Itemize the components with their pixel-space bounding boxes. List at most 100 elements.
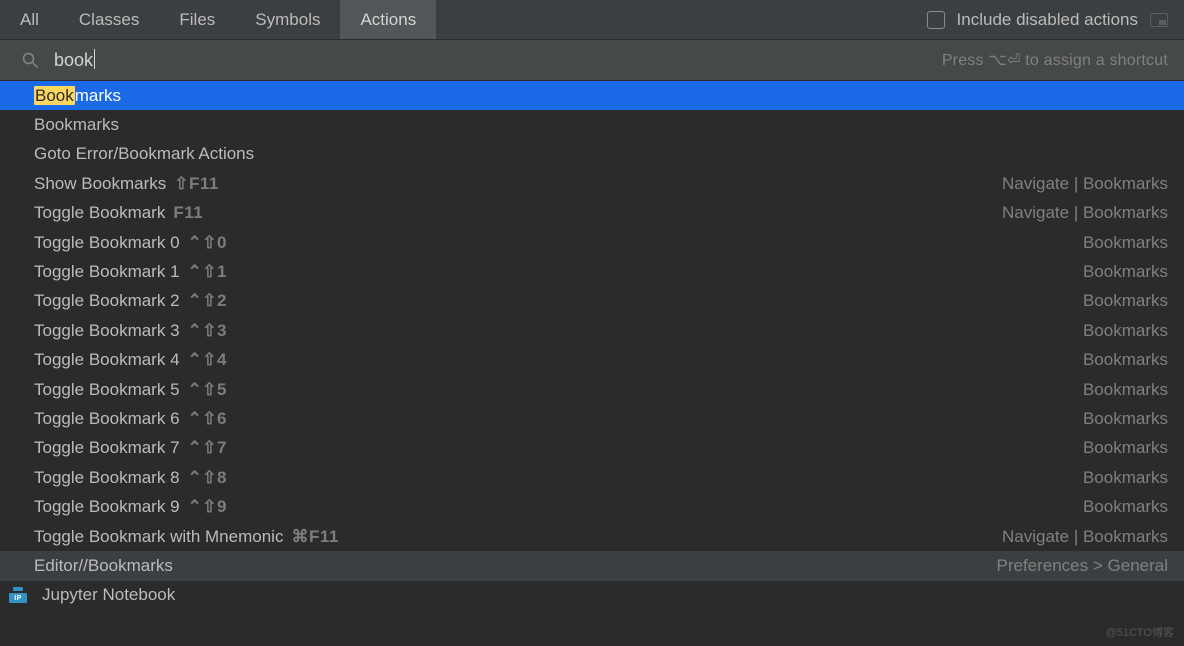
tab-classes[interactable]: Classes — [59, 0, 159, 39]
result-group: Bookmarks — [1083, 380, 1168, 400]
result-row[interactable]: Toggle Bookmark 5 ⌃⇧5 Bookmarks — [0, 375, 1184, 404]
hint-keys: ⌥⏎ — [988, 52, 1020, 69]
assign-shortcut-hint: Press ⌥⏎ to assign a shortcut — [942, 50, 1168, 70]
search-input[interactable]: book — [54, 49, 95, 71]
result-left: Toggle Bookmark 2 ⌃⇧2 — [34, 291, 227, 311]
match-highlight: Book — [34, 86, 75, 105]
search-row: book Press ⌥⏎ to assign a shortcut — [0, 40, 1184, 81]
result-group: Navigate | Bookmarks — [1002, 203, 1168, 223]
result-group: Bookmarks — [1083, 321, 1168, 341]
result-shortcut: ⌃⇧9 — [188, 497, 227, 517]
jupyter-ip-icon: IP — [8, 587, 28, 603]
result-left: Toggle Bookmark 1 ⌃⇧1 — [34, 262, 227, 282]
watermark: @51CTO博客 — [1106, 624, 1174, 640]
tabbar-spacer — [436, 0, 910, 39]
result-shortcut: ⌃⇧7 — [188, 438, 227, 458]
result-left: Toggle Bookmark 7 ⌃⇧7 — [34, 438, 227, 458]
result-left: Toggle Bookmark 3 ⌃⇧3 — [34, 321, 227, 341]
result-row[interactable]: Toggle Bookmark 3 ⌃⇧3 Bookmarks — [0, 316, 1184, 345]
result-shortcut: ⌃⇧6 — [188, 409, 227, 429]
result-label: Toggle Bookmark 3 — [34, 321, 180, 341]
result-row[interactable]: Toggle Bookmark 6 ⌃⇧6 Bookmarks — [0, 404, 1184, 433]
result-shortcut: ⌃⇧2 — [188, 291, 227, 311]
result-label: Toggle Bookmark 0 — [34, 233, 180, 253]
include-disabled-label: Include disabled actions — [957, 10, 1138, 30]
result-label: Jupyter Notebook — [42, 585, 175, 605]
result-group: Bookmarks — [1083, 409, 1168, 429]
result-group: Bookmarks — [1083, 497, 1168, 517]
result-label: Toggle Bookmark with Mnemonic — [34, 527, 283, 547]
result-row[interactable]: Toggle Bookmark 8⌃⇧8 Bookmarks — [0, 463, 1184, 492]
result-row[interactable]: Bookmarks — [0, 81, 1184, 110]
result-left: IPJupyter Notebook — [34, 585, 175, 605]
result-row[interactable]: Toggle Bookmark with Mnemonic ⌘F11 Navigat… — [0, 522, 1184, 551]
result-row[interactable]: Toggle Bookmark 4⌃⇧4 Bookmarks — [0, 346, 1184, 375]
result-label: Show Bookmarks — [34, 174, 166, 194]
result-shortcut: ⌃⇧1 — [188, 262, 227, 282]
hint-prefix: Press — [942, 52, 989, 69]
result-row[interactable]: Show Bookmarks ⇧F11 Navigate | Bookmarks — [0, 169, 1184, 198]
result-row[interactable]: Bookmarks — [0, 110, 1184, 139]
result-label: Toggle Bookmark 8 — [34, 468, 180, 488]
result-left: Goto Error/Bookmark Actions — [34, 144, 254, 164]
result-left: Bookmarks — [34, 86, 121, 106]
result-group: Navigate | Bookmarks — [1002, 527, 1168, 547]
result-group: Preferences > General — [996, 556, 1168, 576]
result-row[interactable]: Toggle Bookmark 9 ⌃⇧9 Bookmarks — [0, 492, 1184, 521]
result-group: Navigate | Bookmarks — [1002, 174, 1168, 194]
result-left: Editor//Bookmarks — [34, 556, 173, 576]
result-left: Toggle Bookmark 8⌃⇧8 — [34, 468, 227, 488]
result-left: Toggle Bookmark 0 ⌃⇧0 — [34, 233, 227, 253]
result-left: Toggle Bookmark 9 ⌃⇧9 — [34, 497, 227, 517]
tabbar-right: Include disabled actions — [911, 0, 1184, 39]
result-left: Toggle Bookmark 4⌃⇧4 — [34, 350, 227, 370]
result-left: Toggle Bookmark with Mnemonic ⌘F11 — [34, 527, 339, 547]
result-row[interactable]: Toggle Bookmark 2⌃⇧2Bookmarks — [0, 287, 1184, 316]
result-row[interactable]: Goto Error/Bookmark Actions — [0, 140, 1184, 169]
search-icon — [22, 52, 38, 68]
result-label: Bookmarks — [34, 86, 121, 106]
result-row[interactable]: IP Jupyter Notebook — [0, 581, 1184, 610]
result-left: Toggle Bookmark 5 ⌃⇧5 — [34, 380, 227, 400]
result-shortcut: F11 — [173, 203, 203, 223]
tab-symbols[interactable]: Symbols — [235, 0, 340, 39]
tab-actions[interactable]: Actions — [340, 0, 436, 39]
result-group: Bookmarks — [1083, 262, 1168, 282]
result-shortcut: ⌃⇧5 — [188, 380, 227, 400]
result-left: Bookmarks — [34, 115, 119, 135]
result-label: Goto Error/Bookmark Actions — [34, 144, 254, 164]
result-label: Toggle Bookmark 7 — [34, 438, 180, 458]
result-group: Bookmarks — [1083, 468, 1168, 488]
result-row[interactable]: Toggle Bookmark 7 ⌃⇧7 Bookmarks — [0, 434, 1184, 463]
result-row[interactable]: Editor//Bookmarks Preferences > General — [0, 551, 1184, 580]
result-left: Toggle Bookmark 6 ⌃⇧6 — [34, 409, 227, 429]
result-label: Toggle Bookmark 9 — [34, 497, 180, 517]
pin-icon[interactable] — [1150, 13, 1168, 27]
result-label: Toggle Bookmark 5 — [34, 380, 180, 400]
result-group: Bookmarks — [1083, 438, 1168, 458]
result-group: Bookmarks — [1083, 350, 1168, 370]
search-query-text: book — [54, 50, 93, 70]
tab-files[interactable]: Files — [159, 0, 235, 39]
result-label: Toggle Bookmark 1 — [34, 262, 180, 282]
result-label: Toggle Bookmark 6 — [34, 409, 180, 429]
results-list: Bookmarks Bookmarks Goto Error/Bookmark Ac… — [0, 81, 1184, 646]
hint-suffix: to assign a shortcut — [1021, 52, 1168, 69]
result-label: Toggle Bookmark 2 — [34, 291, 180, 311]
include-disabled-checkbox[interactable] — [927, 11, 945, 29]
result-shortcut: ⌘F11 — [291, 527, 338, 547]
tab-all[interactable]: All — [0, 0, 59, 39]
result-row[interactable]: Toggle Bookmark 0 ⌃⇧0 Bookmarks — [0, 228, 1184, 257]
result-label: Editor//Bookmarks — [34, 556, 173, 576]
result-group: Bookmarks — [1083, 233, 1168, 253]
text-caret — [94, 49, 95, 69]
result-row[interactable]: Toggle Bookmark 1 ⌃⇧1 Bookmarks — [0, 257, 1184, 286]
result-shortcut: ⌃⇧4 — [188, 350, 227, 370]
result-shortcut: ⌃⇧3 — [188, 321, 227, 341]
result-row[interactable]: Toggle Bookmark F11 Navigate | Bookmarks — [0, 199, 1184, 228]
result-left: Show Bookmarks ⇧F11 — [34, 174, 219, 194]
tab-bar: All Classes Files Symbols Actions Includ… — [0, 0, 1184, 40]
result-shortcut: ⇧F11 — [174, 174, 219, 194]
result-shortcut: ⌃⇧0 — [188, 233, 227, 253]
result-label: Toggle Bookmark — [34, 203, 165, 223]
